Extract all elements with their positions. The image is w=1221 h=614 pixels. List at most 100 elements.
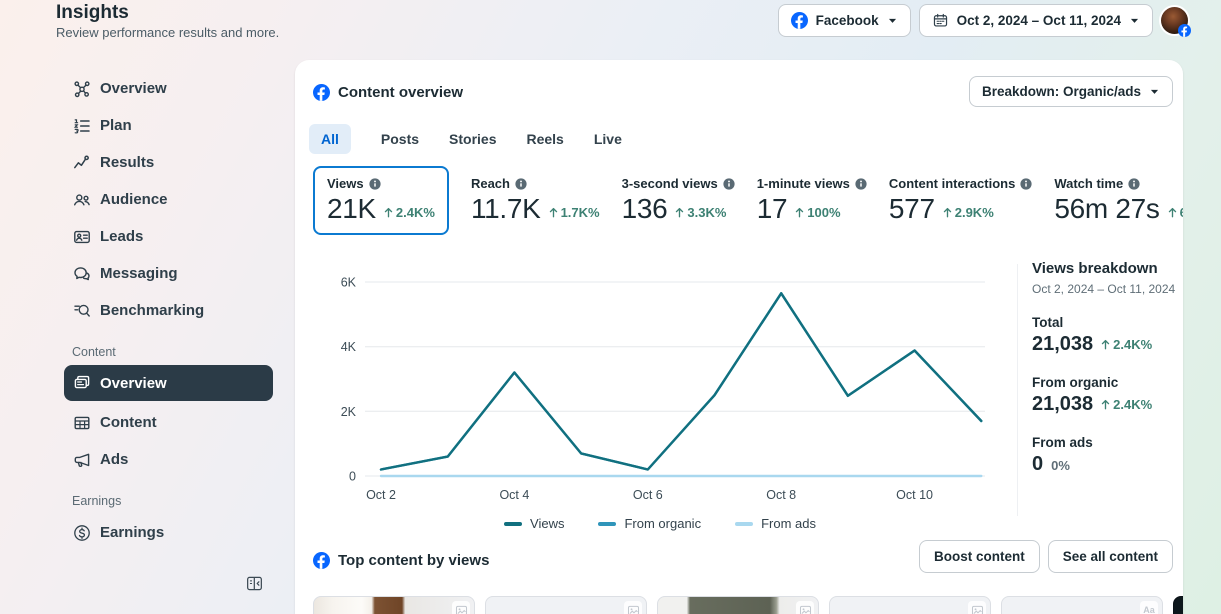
info-icon[interactable] [1128,177,1140,190]
sidebar-item-label: Messaging [100,265,178,282]
avatar[interactable] [1161,7,1191,37]
metric-delta-text: 6.3 [1180,205,1183,220]
metric-1-minute-views[interactable]: 1-minute views 17 100% [757,166,867,225]
metric-value: 577 [888,193,935,224]
content-thumbnail-1[interactable] [313,596,475,614]
metric-content-interactions[interactable]: Content interactions 577 2.9K% [889,166,1032,225]
content-thumbnail-4[interactable] [829,596,991,614]
content-cards-icon [72,373,92,393]
sidebar-item-benchmarking[interactable]: Benchmarking [64,292,273,329]
content-thumbnail-6[interactable] [1173,596,1183,614]
info-icon[interactable] [855,177,867,190]
metric-watch-time[interactable]: Watch time 56m 27s 6.3 [1054,166,1183,225]
sidebar-item-label: Audience [100,191,168,208]
content-table-icon [72,413,92,433]
calendar-icon [932,12,949,29]
metric-value-row: 577 2.9K% [889,193,1032,225]
content-thumbnail-2[interactable] [485,596,647,614]
facebook-icon [313,84,330,101]
tab-stories[interactable]: Stories [449,124,496,154]
svg-text:Oct 6: Oct 6 [633,488,663,502]
platform-selector[interactable]: Facebook [777,4,911,37]
breakdown-delta-text: 2.4K% [1113,337,1153,352]
info-icon[interactable] [1020,177,1032,190]
info-icon[interactable] [723,177,735,190]
tab-live[interactable]: Live [594,124,622,154]
breakdown-selector[interactable]: Breakdown: Organic/ads [968,76,1173,107]
sidebar-item-leads[interactable]: Leads [64,218,273,255]
breakdown-delta-text: 0% [1051,458,1070,473]
sidebar-item-label: Plan [100,117,132,134]
info-icon[interactable] [369,177,381,190]
metric-label-text: Views [327,176,364,191]
metric-delta: 3.3K% [675,205,726,220]
breakdown-delta: 2.4K% [1101,337,1152,352]
breakdown-row-from-organic: From organic 21,038 2.4K% [1032,375,1182,416]
sidebar-item-plan[interactable]: Plan [64,107,273,144]
breakdown-delta: 0% [1051,458,1070,473]
legend-item-from-organic: From organic [598,516,701,531]
arrow-up-icon [384,207,393,218]
image-badge-icon [968,601,986,614]
arrow-up-icon [795,207,804,218]
breakdown-value-row: 21,038 2.4K% [1032,393,1182,416]
breakdown-value-row: 21,038 2.4K% [1032,333,1182,356]
sidebar-item-content[interactable]: Content [64,404,273,441]
metric-delta: 6.3 [1168,205,1183,220]
sidebar-item-messaging[interactable]: Messaging [64,255,273,292]
tab-posts[interactable]: Posts [381,124,419,154]
legend-swatch [598,521,617,526]
sidebar-item-audience[interactable]: Audience [64,181,273,218]
sidebar-item-overview[interactable]: Overview [64,70,273,107]
tab-reels[interactable]: Reels [526,124,563,154]
metric-reach[interactable]: Reach 11.7K 1.7K% [471,166,600,225]
metric-value-row: 21K 2.4K% [327,193,435,225]
breakdown-delta-text: 2.4K% [1113,397,1153,412]
date-range-label: Oct 2, 2024 – Oct 11, 2024 [956,13,1121,28]
metric-delta: 2.9K% [943,205,994,220]
sidebar-item-label: Overview [100,80,167,97]
sidebar-item-earnings[interactable]: Earnings [64,514,273,551]
sidebar-item-label: Content [100,414,157,431]
overview-network-icon [72,79,92,99]
content-thumbnail-5[interactable]: Aa [1001,596,1163,614]
metric-value: 136 [621,193,668,224]
breakdown-row-label: From ads [1032,435,1093,450]
image-badge-icon [796,601,814,614]
metric-value: 11.7K [470,193,541,224]
content-thumbnail-3[interactable] [657,596,819,614]
benchmarking-search-icon [72,301,92,321]
see-all-content-button[interactable]: See all content [1047,540,1173,573]
legend-label: From ads [761,516,816,531]
sidebar-item-overview[interactable]: Overview [64,365,273,401]
info-icon[interactable] [515,177,527,190]
metric-delta-text: 3.3K% [687,205,727,220]
svg-text:6K: 6K [341,276,357,290]
ads-megaphone-icon [72,450,92,470]
date-range-selector[interactable]: Oct 2, 2024 – Oct 11, 2024 [918,4,1153,37]
legend-label: Views [530,516,565,531]
metric-value-row: 11.7K 1.7K% [471,193,600,225]
collapse-sidebar-button[interactable] [245,574,264,593]
metric-delta: 1.7K% [549,205,600,220]
arrow-up-icon [549,207,558,218]
svg-text:Oct 8: Oct 8 [766,488,796,502]
sidebar-item-label: Ads [100,451,129,468]
tab-all[interactable]: All [309,124,351,154]
boost-content-button[interactable]: Boost content [918,540,1040,573]
audience-people-icon [72,190,92,210]
legend-label: From organic [624,516,702,531]
sidebar-item-results[interactable]: Results [64,144,273,181]
metric-3-second-views[interactable]: 3-second views 136 3.3K% [622,166,735,225]
arrow-up-icon [675,207,684,218]
metric-label-text: 3-second views [621,176,718,191]
sidebar-item-label: Results [100,154,155,171]
facebook-icon [790,12,808,29]
page-subtitle: Review performance results and more. [56,25,280,40]
breakdown-row-from-ads: From ads 0 0% [1032,435,1182,476]
metric-label: 1-minute views [757,176,867,191]
sidebar-item-ads[interactable]: Ads [64,441,273,478]
messaging-bubbles-icon [72,264,92,284]
metric-views[interactable]: Views 21K 2.4K% [313,166,449,235]
text-post-badge-icon: Aa [1140,601,1158,614]
